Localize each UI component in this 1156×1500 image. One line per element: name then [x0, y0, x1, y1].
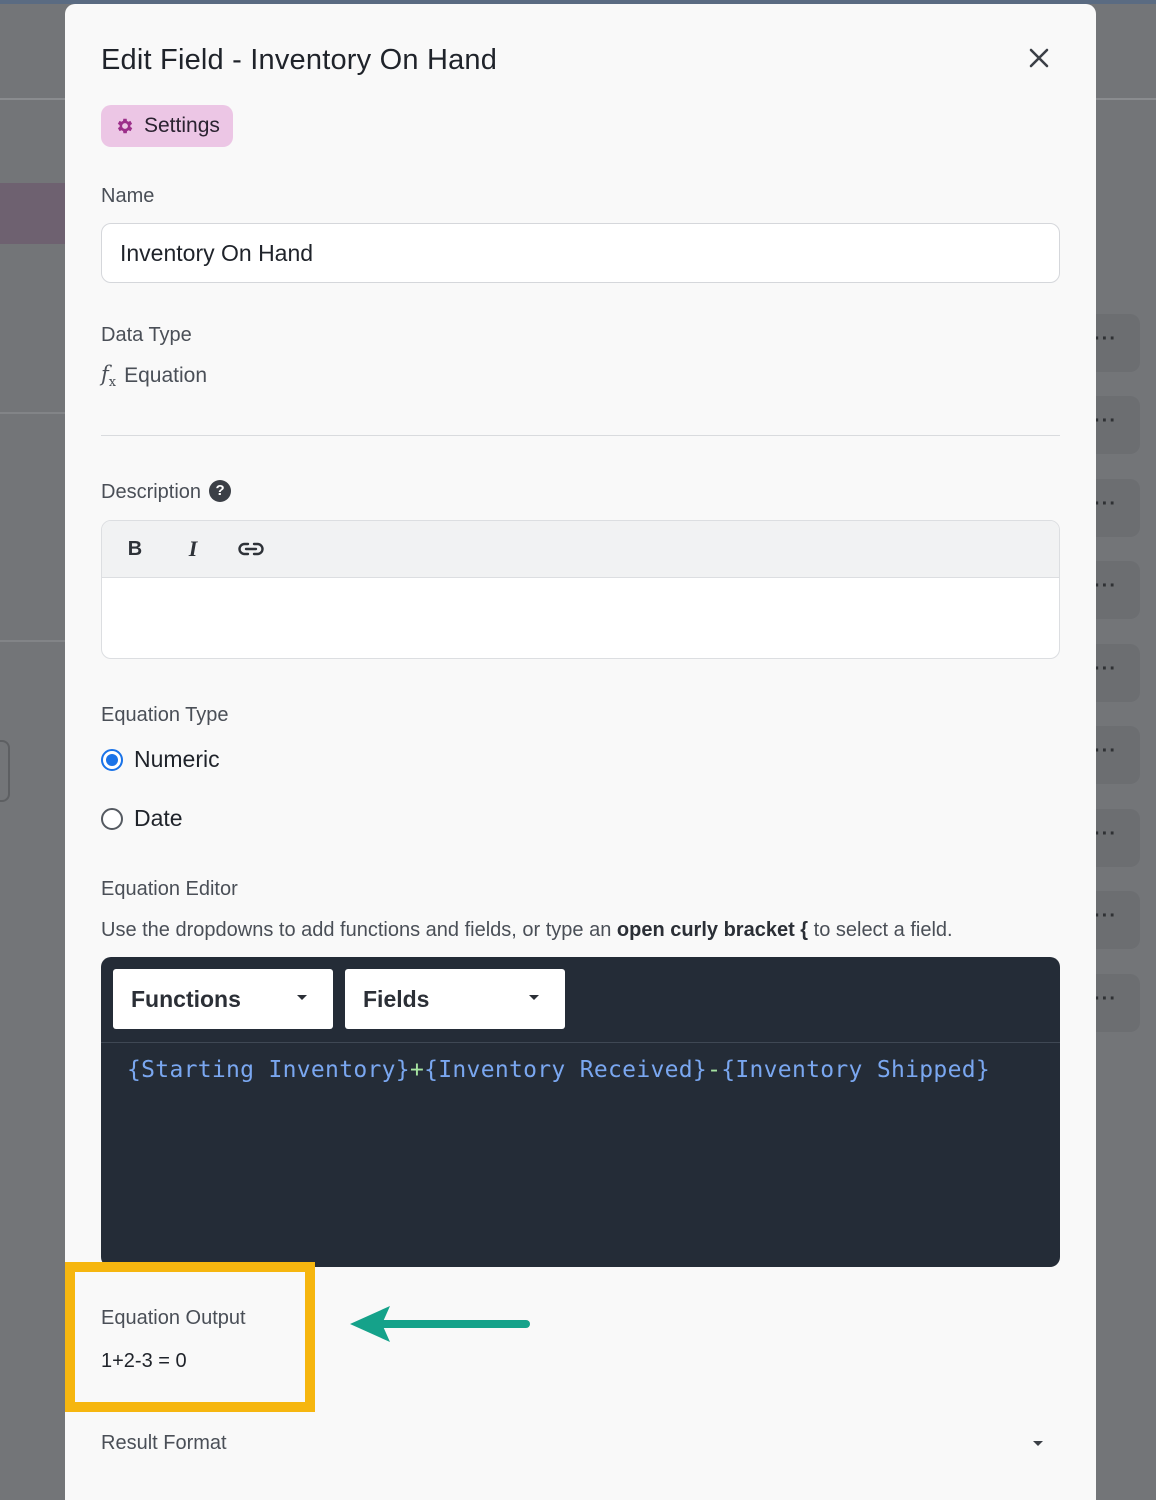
functions-dropdown-label: Functions [131, 985, 241, 1012]
background-selected-item [0, 183, 70, 244]
background-divider [0, 98, 70, 100]
equation-output-label: Equation Output [101, 1307, 246, 1329]
hint-suffix: to select a field. [808, 919, 953, 941]
radio-numeric-label: Numeric [134, 746, 220, 772]
data-type-text: Equation [124, 364, 208, 388]
background-control [0, 740, 10, 802]
settings-tab[interactable]: Settings [101, 105, 233, 147]
gear-icon [117, 118, 133, 134]
code-token-operator: - [707, 1057, 722, 1083]
modal-title: Edit Field - Inventory On Hand [101, 44, 498, 76]
background-divider [0, 412, 70, 414]
fields-dropdown[interactable]: Fields [345, 969, 565, 1029]
link-button[interactable] [238, 536, 264, 562]
equation-type-label: Equation Type [101, 704, 229, 726]
chevron-down-icon [529, 995, 539, 1000]
background-divider [1086, 98, 1156, 100]
code-token-field: {Starting Inventory} [127, 1057, 410, 1083]
data-type-label: Data Type [101, 324, 192, 346]
link-icon [238, 542, 264, 556]
settings-tab-label: Settings [144, 114, 220, 137]
equation-editor-label: Equation Editor [101, 878, 238, 900]
code-token-field: {Inventory Received} [424, 1057, 708, 1083]
edit-field-modal: Edit Field - Inventory On Hand Settings … [65, 4, 1096, 1500]
data-type-value: fx Equation [101, 362, 207, 390]
close-button[interactable] [1025, 44, 1053, 72]
equation-code-editor[interactable]: Functions Fields {Starting Inventory}+{I… [101, 957, 1060, 1267]
result-format-label: Result Format [101, 1432, 227, 1454]
annotation-arrow-icon [350, 1306, 530, 1342]
radio-button[interactable] [101, 807, 123, 830]
description-label: Description? [101, 479, 232, 504]
background-divider [0, 640, 70, 642]
name-input[interactable] [101, 223, 1060, 283]
equation-editor-hint: Use the dropdowns to add functions and f… [101, 919, 953, 942]
name-label: Name [101, 185, 155, 207]
code-token-field: {Inventory Shipped} [721, 1057, 991, 1083]
section-divider [101, 435, 1060, 436]
description-label-text: Description [101, 481, 202, 503]
fx-icon: fx [101, 362, 117, 391]
description-textarea[interactable] [102, 578, 1059, 658]
radio-date-label: Date [134, 805, 183, 831]
equation-output-value: 1+2-3 = 0 [101, 1350, 187, 1372]
functions-dropdown[interactable]: Functions [113, 969, 333, 1029]
close-icon [1029, 48, 1049, 68]
bold-button[interactable]: B [122, 536, 148, 562]
italic-button[interactable]: I [180, 536, 206, 562]
code-token-operator: + [409, 1057, 425, 1083]
description-toolbar: B I [102, 521, 1059, 578]
radio-numeric[interactable]: Numeric [101, 746, 220, 773]
description-editor: B I [101, 520, 1060, 659]
chevron-down-icon [297, 995, 307, 1000]
equation-toolbar: Functions Fields [101, 957, 1060, 1043]
hint-bold: open curly bracket { [616, 919, 809, 941]
output-highlight-box [65, 1262, 315, 1412]
radio-date[interactable]: Date [101, 805, 183, 832]
equation-code[interactable]: {Starting Inventory}+{Inventory Received… [127, 1057, 990, 1083]
chevron-down-icon[interactable] [1033, 1441, 1043, 1446]
question-circle-icon[interactable]: ? [209, 479, 232, 502]
fields-dropdown-label: Fields [363, 985, 430, 1012]
radio-button-selected[interactable] [101, 748, 123, 771]
hint-prefix: Use the dropdowns to add functions and f… [101, 919, 617, 941]
